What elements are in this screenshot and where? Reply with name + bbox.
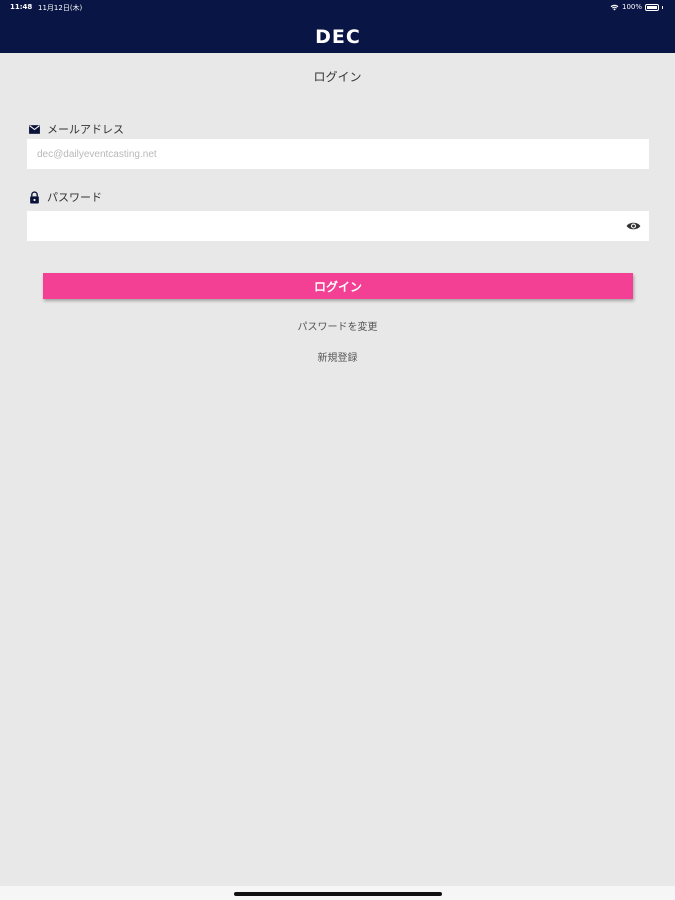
register-link-row: 新規登録 — [0, 349, 675, 364]
email-label-text: メールアドレス — [47, 123, 124, 136]
status-time: 11:48 — [10, 3, 33, 11]
password-label: パスワード — [28, 189, 102, 205]
top-bar: 11:48 11月12日(木) 100% DEC — [0, 0, 675, 53]
change-password-link-row: パスワードを変更 — [0, 318, 675, 333]
email-field[interactable] — [27, 139, 649, 169]
battery-nub — [662, 5, 663, 9]
status-indicators: 100% — [610, 3, 663, 11]
status-date: 11月12日(木) — [38, 4, 83, 12]
password-field-wrapper — [27, 211, 649, 241]
eye-icon[interactable] — [626, 219, 641, 233]
change-password-link[interactable]: パスワードを変更 — [298, 322, 378, 333]
dec-logo: DEC — [315, 26, 361, 46]
email-field-wrapper — [27, 139, 649, 169]
battery-percent: 100% — [621, 3, 642, 11]
login-button[interactable]: ログイン — [43, 273, 633, 299]
register-link[interactable]: 新規登録 — [318, 353, 358, 364]
mail-icon — [29, 124, 40, 134]
page-title: ログイン — [313, 70, 362, 84]
wifi-icon — [610, 4, 619, 10]
lock-icon — [30, 190, 39, 203]
password-field[interactable] — [27, 211, 649, 241]
password-label-text: パスワード — [47, 191, 102, 204]
home-indicator[interactable] — [234, 892, 442, 896]
battery-icon — [645, 3, 659, 11]
email-label: メールアドレス — [28, 121, 124, 137]
logo-text: DEC — [315, 26, 361, 46]
